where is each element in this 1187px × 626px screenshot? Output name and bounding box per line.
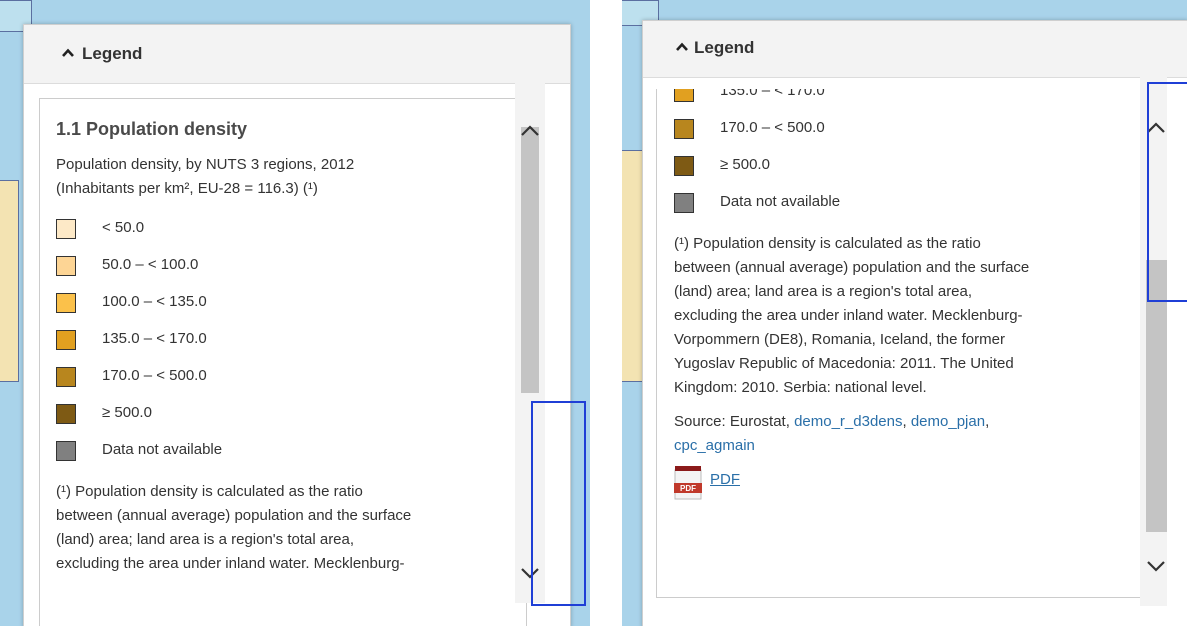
legend-title: Legend [694, 38, 755, 57]
legend-item: Data not available [56, 435, 506, 472]
legend-item: 135.0 – < 170.0 [674, 89, 1124, 113]
legend-item-label: ≥ 500.0 [102, 404, 152, 421]
pdf-link[interactable]: PDF [710, 468, 740, 492]
scroll-up-chevron-icon[interactable] [517, 121, 543, 141]
source-separator: , [985, 413, 990, 430]
legend-item: 170.0 – < 500.0 [56, 361, 506, 398]
footnote-line: (land) area; land area is a region's tot… [674, 283, 973, 300]
footnote: (¹) Population density is calculated as … [674, 232, 1124, 400]
pdf-file-icon[interactable]: PDF [674, 466, 702, 500]
footnote-line: excluding the area under inland water. M… [674, 307, 1023, 324]
legend-title: Legend [82, 44, 143, 63]
legend-item: 50.0 – < 100.0 [56, 250, 506, 287]
footnote-line: Vorpommern (DE8), Romania, Iceland, the … [674, 331, 1005, 348]
legend-item: ≥ 500.0 [674, 150, 1124, 187]
footnote-line: (¹) Population density is calculated as … [56, 483, 363, 500]
chevron-up-icon[interactable] [62, 48, 74, 57]
legend-item: ≥ 500.0 [56, 398, 506, 435]
legend-header[interactable]: Legend [643, 21, 1187, 78]
highlight-box [531, 401, 586, 606]
section-title: 1.1 Population density [56, 119, 248, 139]
color-swatch [674, 156, 694, 176]
pdf-icon-text: PDF [680, 484, 696, 493]
footnote-line: between (annual average) population and … [674, 259, 1030, 276]
footnote-line: Yugoslav Republic of Macedonia: 2011. Th… [674, 355, 1014, 372]
legend-item: < 50.0 [56, 213, 506, 250]
footnote-line: between (annual average) population and … [56, 507, 412, 524]
source-link-cpc-agmain[interactable]: cpc_agmain [674, 437, 755, 454]
map-land-area [0, 180, 19, 382]
footnote-line: (land) area; land area is a region's tot… [56, 531, 355, 548]
color-swatch [56, 441, 76, 461]
subtitle-line: Population density, by NUTS 3 regions, 2… [56, 156, 355, 173]
source-link-demo-r-d3dens[interactable]: demo_r_d3dens [794, 413, 902, 430]
legend-item-label: 50.0 – < 100.0 [102, 256, 199, 273]
legend-items: 135.0 – < 170.0 170.0 – < 500.0 ≥ 500.0 … [674, 89, 1124, 224]
color-swatch [56, 367, 76, 387]
color-swatch [56, 293, 76, 313]
legend-item-label: 135.0 – < 170.0 [102, 330, 207, 347]
legend-item-label: Data not available [720, 193, 841, 210]
legend-panel: Legend 135.0 – < 170.0 170.0 – < 500.0 ≥… [642, 20, 1187, 626]
legend-item-label: 135.0 – < 170.0 [720, 89, 825, 99]
footnote-line: Kingdom: 2010. Serbia: national level. [674, 379, 927, 396]
color-swatch [674, 193, 694, 213]
source-prefix: Source: Eurostat, [674, 413, 795, 430]
color-swatch [56, 330, 76, 350]
legend-item: 135.0 – < 170.0 [56, 324, 506, 361]
legend-item-label: 100.0 – < 135.0 [102, 293, 207, 310]
legend-header[interactable]: Legend [24, 25, 570, 84]
legend-item-label: ≥ 500.0 [720, 156, 770, 173]
footnote: (¹) Population density is calculated as … [56, 480, 506, 576]
subtitle-line: (Inhabitants per km², EU-28 = 116.3) (¹) [56, 180, 318, 197]
legend-content: 1.1 Population density Population densit… [56, 115, 506, 586]
footnote-line: excluding the area under inland water. M… [56, 555, 405, 572]
pdf-download[interactable]: PDF PDF [674, 464, 1124, 504]
legend-content: 135.0 – < 170.0 170.0 – < 500.0 ≥ 500.0 … [674, 89, 1124, 504]
source-separator: , [902, 413, 911, 430]
legend-content-box: 1.1 Population density Population densit… [39, 98, 527, 626]
left-screenshot: Legend 1.1 Population density Population… [0, 0, 590, 626]
legend-content-box: 135.0 – < 170.0 170.0 – < 500.0 ≥ 500.0 … [656, 89, 1146, 598]
color-swatch [674, 89, 694, 102]
scrollbar-thumb[interactable] [521, 127, 539, 393]
legend-panel: Legend 1.1 Population density Population… [23, 24, 571, 626]
color-swatch [56, 404, 76, 424]
color-swatch [56, 256, 76, 276]
legend-subtitle: Population density, by NUTS 3 regions, 2… [56, 153, 506, 201]
legend-item-label: 170.0 – < 500.0 [720, 119, 825, 136]
legend-item-label: 170.0 – < 500.0 [102, 367, 207, 384]
scroll-down-chevron-icon[interactable] [1143, 556, 1169, 576]
source-link-demo-pjan[interactable]: demo_pjan [911, 413, 985, 430]
color-swatch [674, 119, 694, 139]
source-line: Source: Eurostat, demo_r_d3dens, demo_pj… [674, 410, 1124, 458]
footnote-line: (¹) Population density is calculated as … [674, 235, 981, 252]
legend-item: Data not available [674, 187, 1124, 224]
legend-items: < 50.0 50.0 – < 100.0 100.0 – < 135.0 13… [56, 213, 506, 472]
legend-item-label: Data not available [102, 441, 223, 458]
legend-item: 100.0 – < 135.0 [56, 287, 506, 324]
color-swatch [56, 219, 76, 239]
map-land-area [622, 150, 643, 382]
right-screenshot: Legend 135.0 – < 170.0 170.0 – < 500.0 ≥… [622, 0, 1187, 626]
chevron-up-icon[interactable] [676, 42, 688, 51]
highlight-box [1147, 82, 1187, 302]
legend-item-label: < 50.0 [102, 219, 145, 236]
legend-item: 170.0 – < 500.0 [674, 113, 1124, 150]
